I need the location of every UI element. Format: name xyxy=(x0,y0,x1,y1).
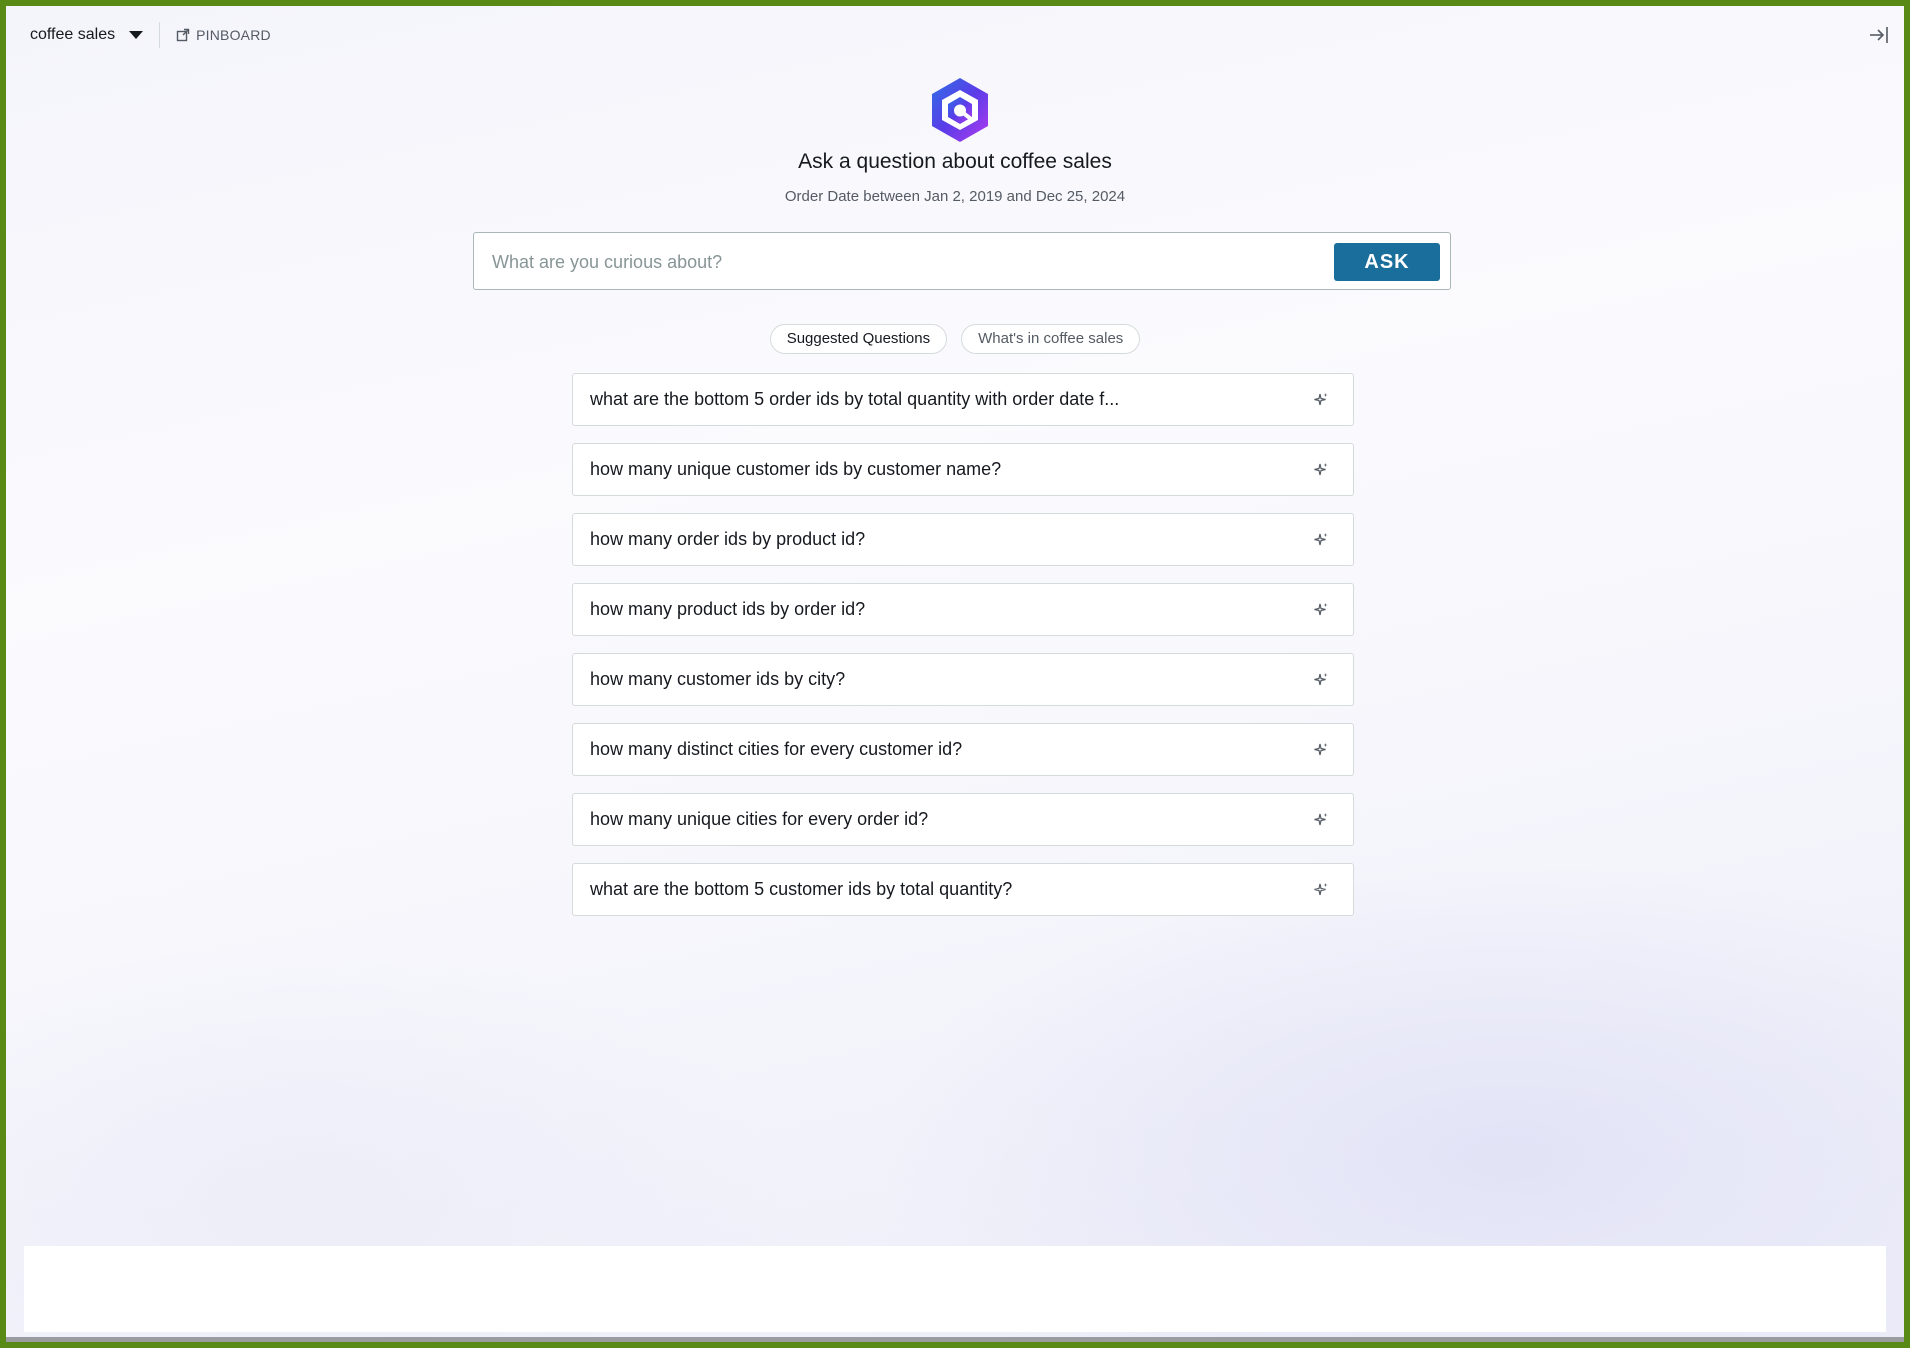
sparkle-icon xyxy=(1314,603,1328,616)
dataset-dropdown[interactable]: coffee sales xyxy=(30,22,161,48)
ask-button[interactable]: ASK xyxy=(1334,243,1440,281)
sparkle-icon xyxy=(1314,883,1328,896)
question-text: how many unique cities for every order i… xyxy=(590,809,929,829)
question-text: how many product ids by order id? xyxy=(590,599,866,619)
sparkle-icon xyxy=(1314,463,1328,476)
sparkle-icon xyxy=(1314,743,1328,756)
question-text: what are the bottom 5 customer ids by to… xyxy=(590,879,1013,899)
question-text: how many unique customer ids by customer… xyxy=(590,459,1002,479)
dataset-label: coffee sales xyxy=(30,26,116,43)
question-text: what are the bottom 5 order ids by total… xyxy=(590,389,1120,409)
suggested-question[interactable]: how many order ids by product id? xyxy=(572,513,1354,566)
sparkle-icon xyxy=(1314,673,1328,686)
suggested-question[interactable]: how many unique cities for every order i… xyxy=(572,793,1354,846)
sparkle-icon xyxy=(1314,393,1328,406)
q-panel: coffee sales PINBOARD Ask a question abo… xyxy=(6,6,1904,1342)
question-text: how many distinct cities for every custo… xyxy=(590,739,963,759)
collapse-right-icon[interactable] xyxy=(1868,24,1890,46)
suggested-questions-list: what are the bottom 5 order ids by total… xyxy=(572,373,1354,933)
suggested-question[interactable]: what are the bottom 5 customer ids by to… xyxy=(572,863,1354,916)
chevron-down-icon xyxy=(129,31,144,39)
bottom-blank-area xyxy=(24,1246,1886,1332)
bottom-divider xyxy=(6,1337,1904,1342)
pinboard-button[interactable]: PINBOARD xyxy=(176,27,271,43)
external-pin-icon xyxy=(176,28,190,42)
sparkle-icon xyxy=(1314,813,1328,826)
top-bar: coffee sales PINBOARD xyxy=(30,22,271,48)
suggested-question[interactable]: how many unique customer ids by customer… xyxy=(572,443,1354,496)
tab-suggested-questions[interactable]: Suggested Questions xyxy=(769,324,948,354)
sparkle-icon xyxy=(1314,533,1328,546)
question-text: how many order ids by product id? xyxy=(590,529,866,549)
q-hexagon-logo-icon xyxy=(932,78,988,142)
suggested-question[interactable]: how many customer ids by city? xyxy=(572,653,1354,706)
question-input[interactable] xyxy=(490,233,1324,291)
suggested-question[interactable]: what are the bottom 5 order ids by total… xyxy=(572,373,1354,426)
date-range-subtitle: Order Date between Jan 2, 2019 and Dec 2… xyxy=(784,188,1126,205)
app-frame: coffee sales PINBOARD Ask a question abo… xyxy=(0,0,1910,1348)
pinboard-label: PINBOARD xyxy=(196,27,271,43)
suggested-question[interactable]: how many distinct cities for every custo… xyxy=(572,723,1354,776)
page-title: Ask a question about coffee sales xyxy=(798,150,1112,173)
question-text: how many customer ids by city? xyxy=(590,669,846,689)
suggested-question[interactable]: how many product ids by order id? xyxy=(572,583,1354,636)
tab-whats-in-dataset[interactable]: What's in coffee sales xyxy=(961,324,1141,354)
search-bar: ASK xyxy=(473,232,1451,291)
question-tabs: Suggested Questions What's in coffee sal… xyxy=(6,324,1904,354)
